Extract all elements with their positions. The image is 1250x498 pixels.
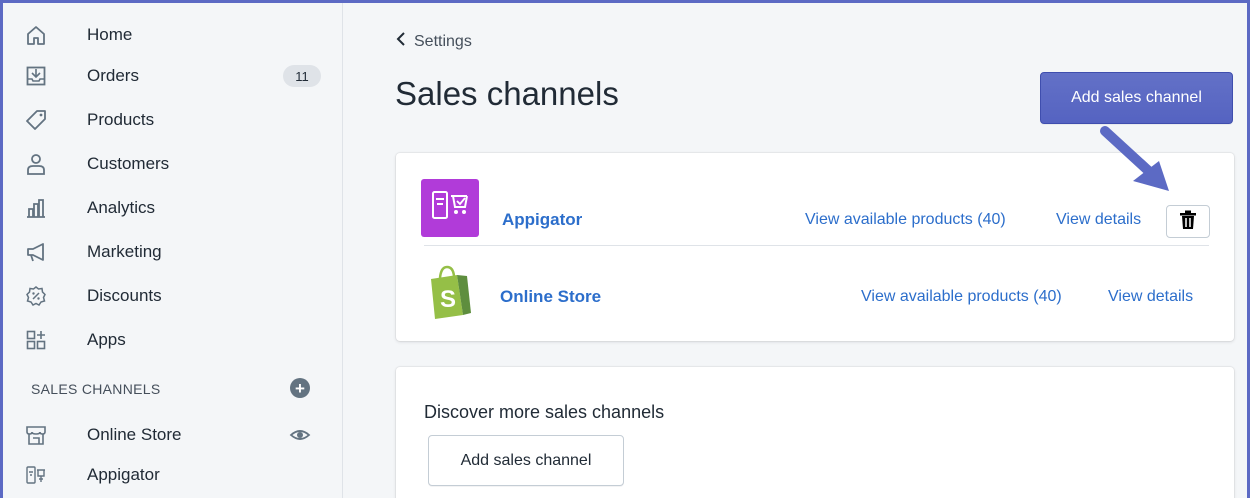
sidebar-item-online-store[interactable]: Online Store bbox=[3, 415, 343, 455]
appigator-logo-icon bbox=[421, 179, 479, 237]
appigator-icon bbox=[25, 464, 47, 486]
view-details-link[interactable]: View details bbox=[1056, 211, 1141, 229]
sidebar-item-label: Online Store bbox=[87, 425, 182, 444]
view-available-products-link[interactable]: View available products (40) bbox=[861, 288, 1062, 306]
sidebar-item-label: Orders bbox=[87, 66, 139, 85]
sidebar-item-label: Analytics bbox=[87, 198, 156, 217]
sidebar-item-marketing[interactable]: Marketing bbox=[3, 232, 343, 272]
store-icon bbox=[25, 424, 47, 446]
sidebar-item-analytics[interactable]: Analytics bbox=[3, 188, 343, 228]
app-frame: Home Orders 11 Products Customers Analyt… bbox=[0, 0, 1250, 498]
sidebar-item-label: Customers bbox=[87, 154, 170, 173]
view-available-products-link[interactable]: View available products (40) bbox=[805, 211, 1006, 229]
sidebar-item-label: Apps bbox=[87, 330, 126, 349]
annotation-arrow-icon bbox=[1100, 126, 1169, 191]
sidebar-item-products[interactable]: Products bbox=[3, 100, 343, 140]
sidebar-item-label: Products bbox=[87, 110, 155, 129]
channel-row-online-store: S Online Store View available products (… bbox=[396, 247, 1234, 337]
channel-name-link[interactable]: Online Store bbox=[500, 287, 601, 307]
home-icon bbox=[25, 24, 47, 46]
eye-icon[interactable] bbox=[289, 424, 311, 446]
channel-name-link[interactable]: Appigator bbox=[502, 210, 582, 230]
bar-chart-icon bbox=[25, 197, 47, 219]
sidebar-item-home[interactable]: Home bbox=[3, 15, 343, 55]
tag-icon bbox=[25, 109, 47, 131]
shopify-bag-icon: S bbox=[421, 261, 479, 319]
person-icon bbox=[25, 153, 47, 175]
sidebar-item-label: Home bbox=[87, 25, 133, 44]
view-details-link[interactable]: View details bbox=[1108, 288, 1193, 306]
chevron-left-icon bbox=[396, 32, 406, 51]
megaphone-icon bbox=[25, 241, 47, 263]
discover-channels-card: Discover more sales channels Add sales c… bbox=[396, 367, 1234, 498]
trash-icon bbox=[1179, 210, 1197, 233]
sidebar-item-customers[interactable]: Customers bbox=[3, 144, 343, 184]
breadcrumb-settings-link[interactable]: Settings bbox=[414, 33, 472, 51]
svg-text:S: S bbox=[440, 286, 456, 313]
sidebar-item-label: Appigator bbox=[87, 465, 160, 484]
sidebar: Home Orders 11 Products Customers Analyt… bbox=[3, 3, 343, 498]
discover-heading: Discover more sales channels bbox=[424, 402, 665, 422]
sidebar-item-apps[interactable]: Apps bbox=[3, 320, 343, 360]
sidebar-item-orders[interactable]: Orders 11 bbox=[3, 56, 343, 96]
sidebar-item-label: Marketing bbox=[87, 242, 162, 261]
discount-icon bbox=[25, 285, 47, 307]
delete-channel-button[interactable] bbox=[1166, 205, 1210, 238]
add-sales-channel-secondary-button[interactable]: Add sales channel bbox=[428, 435, 624, 486]
breadcrumb[interactable]: Settings bbox=[396, 32, 472, 51]
row-divider bbox=[424, 245, 1209, 246]
sidebar-item-label: Discounts bbox=[87, 286, 162, 305]
apps-icon bbox=[25, 329, 47, 351]
orders-count-badge: 11 bbox=[283, 65, 321, 87]
sidebar-item-discounts[interactable]: Discounts bbox=[3, 276, 343, 316]
orders-icon bbox=[25, 65, 47, 87]
sidebar-item-appigator[interactable]: Appigator bbox=[3, 455, 343, 495]
page-title: Sales channels bbox=[395, 75, 619, 112]
sales-channels-heading: SALES CHANNELS bbox=[31, 381, 161, 397]
main-content: Settings Sales channels Add sales channe… bbox=[344, 3, 1247, 498]
add-channel-icon[interactable]: + bbox=[290, 378, 310, 398]
add-sales-channel-button[interactable]: Add sales channel bbox=[1040, 72, 1233, 124]
